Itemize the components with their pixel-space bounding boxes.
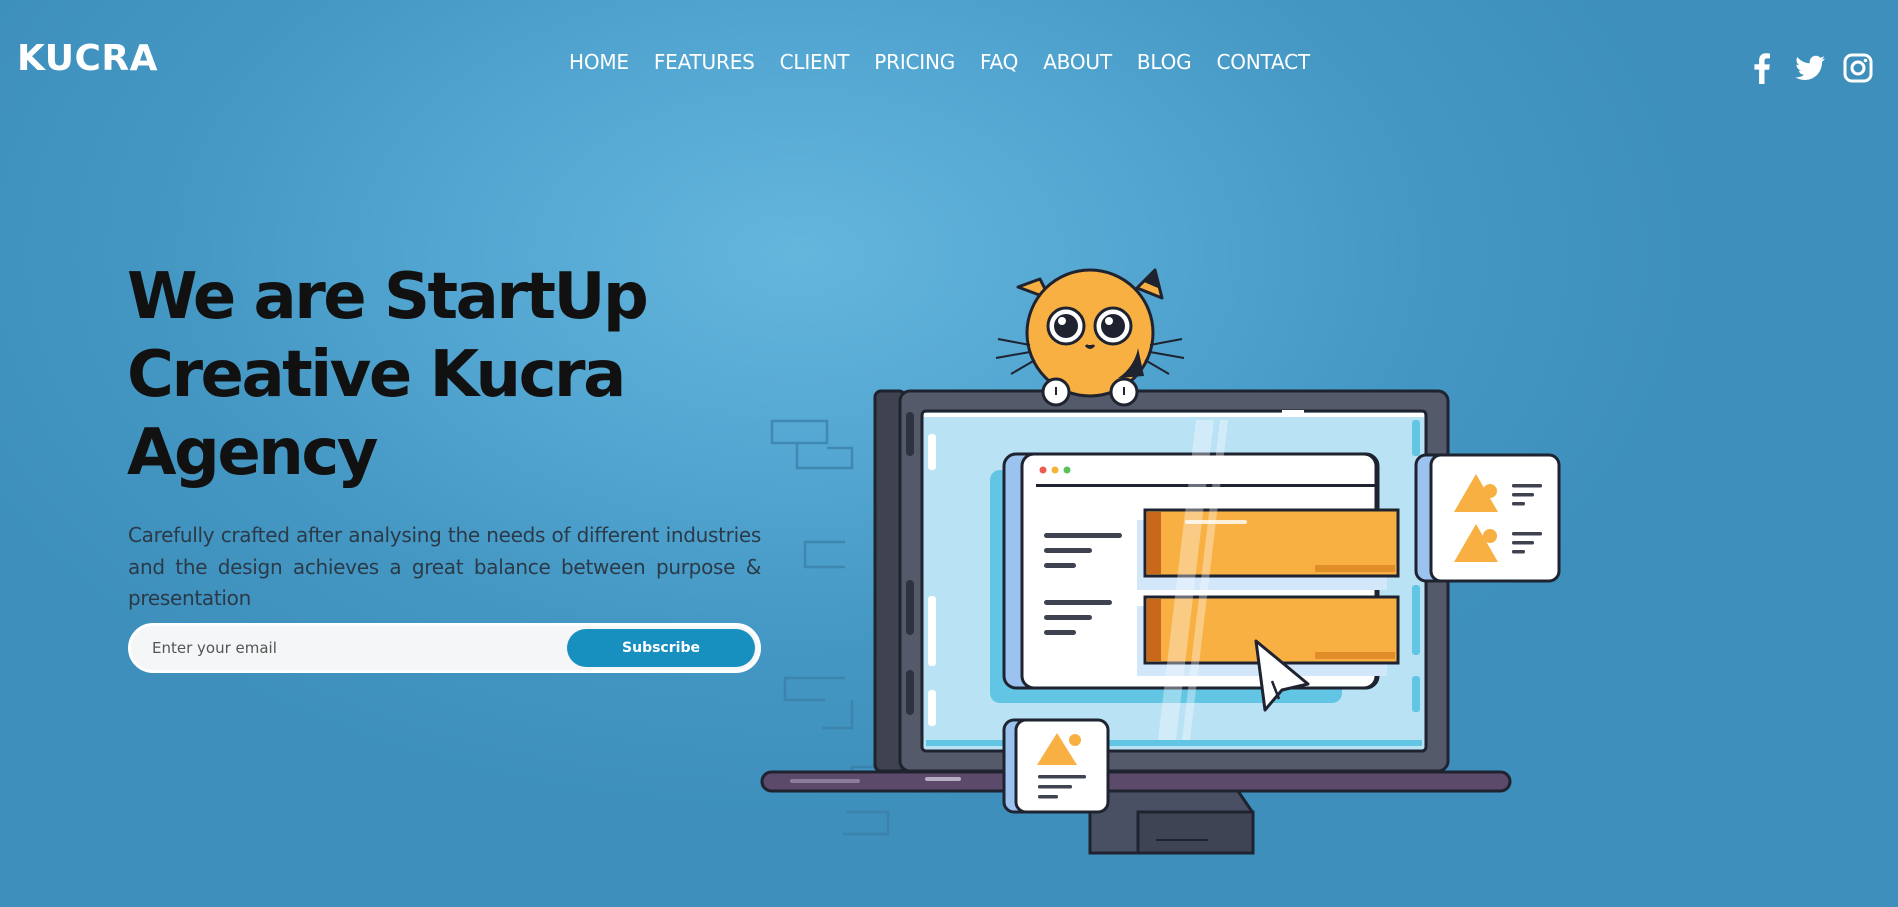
hero-illustration xyxy=(760,268,1561,855)
twitter-icon[interactable] xyxy=(1794,52,1826,84)
hero-title-line: Creative Kucra xyxy=(127,338,626,412)
image-card-bottom xyxy=(1002,718,1110,814)
nav-item-faq[interactable]: FAQ xyxy=(980,49,1018,75)
brand-logo[interactable]: KUCRA xyxy=(17,38,158,79)
cat-mascot xyxy=(995,268,1185,407)
nav-item-pricing[interactable]: PRICING xyxy=(874,49,955,75)
nav-item-about[interactable]: ABOUT xyxy=(1043,49,1112,75)
image-card-right xyxy=(1414,453,1561,583)
email-input[interactable] xyxy=(131,639,567,657)
subscribe-button[interactable]: Subscribe xyxy=(567,629,755,667)
hero-title: We are StartUp Creative Kucra Agency xyxy=(127,258,787,492)
nav-item-blog[interactable]: BLOG xyxy=(1137,49,1192,75)
browser-window xyxy=(990,420,1400,740)
main-nav: HOME FEATURES CLIENT PRICING FAQ ABOUT B… xyxy=(569,49,1310,75)
nav-item-contact[interactable]: CONTACT xyxy=(1216,49,1310,75)
subscribe-form: Subscribe xyxy=(128,623,761,673)
laptop-base xyxy=(760,770,1512,793)
monitor-stand xyxy=(1088,789,1255,855)
hero-title-line: We are StartUp xyxy=(127,260,649,334)
nav-item-client[interactable]: CLIENT xyxy=(780,49,850,75)
social-links xyxy=(1746,52,1874,84)
facebook-icon[interactable] xyxy=(1746,52,1778,84)
instagram-icon[interactable] xyxy=(1842,52,1874,84)
hero-description: Carefully crafted after analysing the ne… xyxy=(128,523,761,610)
nav-item-home[interactable]: HOME xyxy=(569,49,629,75)
nav-item-features[interactable]: FEATURES xyxy=(654,49,755,75)
hero-title-line: Agency xyxy=(127,416,378,490)
